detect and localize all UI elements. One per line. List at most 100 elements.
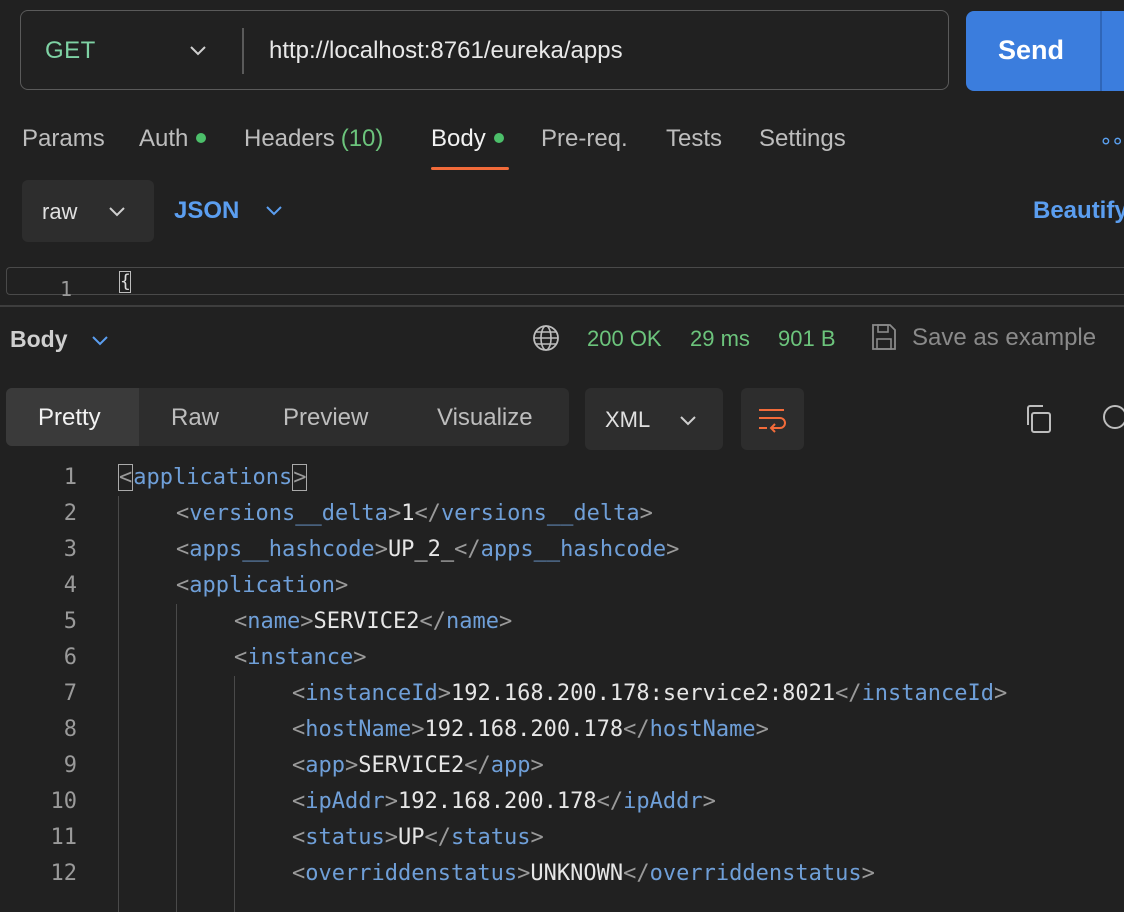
xml-tag: hostName [305, 717, 412, 742]
tab-pre-request-label: Pre-req. [541, 125, 628, 152]
tag-bracket: </ [419, 609, 446, 634]
xml-tag: instance [247, 645, 354, 670]
panel-divider[interactable] [0, 305, 1124, 307]
tag-bracket: > [702, 789, 716, 814]
code-line: 5 <name>SERVICE2</name> [0, 604, 1124, 640]
request-first-char: { [119, 271, 131, 293]
tag-bracket: > [411, 717, 425, 742]
xml-value: 192.168.200.178 [424, 717, 624, 742]
save-icon[interactable] [870, 322, 898, 352]
tag-bracket: < [292, 753, 306, 778]
tag-bracket: > [384, 789, 398, 814]
chevron-down-icon [680, 416, 696, 426]
globe-icon[interactable] [532, 324, 560, 352]
code-line: 4 <application> [0, 568, 1124, 604]
chevron-down-icon[interactable] [263, 199, 285, 221]
response-size[interactable]: 901 B [778, 326, 836, 352]
tag-bracket: > [437, 681, 451, 706]
search-icon[interactable] [1100, 403, 1124, 435]
tab-tests[interactable]: Tests [666, 125, 722, 153]
body-mode-label: raw [42, 199, 78, 224]
code-source: <app>SERVICE2</app> [292, 748, 544, 784]
body-format-select[interactable]: JSON [174, 197, 239, 225]
url-input[interactable]: http://localhost:8761/eureka/apps [269, 37, 623, 65]
tag-bracket: > [666, 537, 680, 562]
tag-bracket: > [353, 645, 367, 670]
xml-tag: name [445, 609, 499, 634]
xml-tag: name [247, 609, 301, 634]
tag-bracket: > [300, 609, 314, 634]
code-line: 10 <ipAddr>192.168.200.178</ipAddr> [0, 784, 1124, 820]
code-line: 6 <instance> [0, 640, 1124, 676]
tab-settings[interactable]: Settings [759, 125, 846, 153]
response-code-viewer[interactable]: 1 <applications> 2 <versions__delta>1</vers… [0, 460, 1124, 912]
status-code[interactable]: 200 OK [587, 326, 662, 352]
send-button[interactable]: Send [966, 11, 1124, 91]
view-tab-visualize[interactable]: Visualize [437, 404, 533, 432]
tag-bracket: > [530, 753, 544, 778]
response-section-label[interactable]: Body [10, 326, 68, 353]
response-time[interactable]: 29 ms [690, 326, 750, 352]
tag-bracket: < [292, 717, 306, 742]
xml-value: UNKNOWN [530, 861, 624, 886]
tag-bracket: > [755, 717, 769, 742]
tab-settings-label: Settings [759, 125, 846, 152]
more-icon[interactable]: ∘∘∘ [1099, 128, 1124, 154]
tag-bracket: < [292, 861, 306, 886]
tag-bracket: </ [424, 825, 451, 850]
indent-guide [234, 676, 235, 912]
tab-headers[interactable]: Headers (10) [244, 125, 383, 153]
tag-bracket: < [176, 501, 190, 526]
chevron-down-icon[interactable] [89, 329, 111, 351]
request-line-number: 1 [60, 277, 73, 301]
copy-icon[interactable] [1022, 403, 1054, 435]
request-body-editor[interactable] [6, 267, 1124, 295]
tag-bracket: > [334, 573, 349, 598]
wrap-lines-button[interactable] [741, 388, 804, 450]
xml-value: 192.168.200.178 [397, 789, 597, 814]
tab-body[interactable]: Body [431, 125, 504, 153]
xml-value: 1 [401, 501, 415, 526]
line-number: 8 [63, 717, 77, 742]
method-select[interactable]: GET [45, 37, 96, 65]
code-line: 7 <instanceId>192.168.200.178:service2:80… [0, 676, 1124, 712]
tag-bracket: </ [454, 537, 481, 562]
tag-bracket: > [994, 681, 1008, 706]
tab-params[interactable]: Params [22, 125, 105, 153]
code-source: <name>SERVICE2</name> [234, 604, 512, 640]
code-source: <instance> [234, 640, 366, 676]
chevron-down-icon[interactable] [187, 39, 209, 61]
xml-tag: apps__hashcode [480, 537, 667, 562]
xml-tag: instanceId [305, 681, 438, 706]
response-format-select[interactable]: XML [585, 388, 723, 450]
tag-bracket: < [234, 645, 248, 670]
response-view-tabs: Pretty Raw Preview Visualize [6, 388, 569, 446]
save-as-example-button[interactable]: Save as example [912, 324, 1096, 352]
indent-guide [118, 496, 119, 912]
line-number: 9 [63, 753, 77, 778]
tab-pre-request[interactable]: Pre-req. [541, 125, 628, 153]
view-tab-raw[interactable]: Raw [171, 404, 219, 432]
send-split-divider [1100, 11, 1102, 91]
xml-tag: apps__hashcode [189, 537, 375, 562]
tag-bracket: </ [623, 717, 650, 742]
auth-status-dot [196, 132, 207, 143]
code-source: <versions__delta>1</versions__delta> [176, 496, 653, 532]
line-number: 11 [50, 825, 78, 850]
line-number: 5 [63, 609, 77, 634]
tag-bracket: > [639, 501, 653, 526]
view-tab-preview[interactable]: Preview [283, 404, 368, 432]
xml-value: UP [397, 825, 425, 850]
tag-bracket: > [292, 464, 308, 491]
xml-tag: overriddenstatus [649, 861, 862, 886]
tab-body-label: Body [431, 125, 486, 152]
view-tab-pretty[interactable]: Pretty [38, 404, 101, 432]
body-mode-select[interactable]: raw [22, 180, 154, 242]
code-source: <ipAddr>192.168.200.178</ipAddr> [292, 784, 716, 820]
tag-bracket: > [861, 861, 875, 886]
tag-bracket: < [292, 681, 306, 706]
tag-bracket: </ [414, 501, 441, 526]
code-source: <apps__hashcode>UP_2_</apps__hashcode> [176, 532, 679, 568]
beautify-link[interactable]: Beautify [1033, 197, 1124, 225]
tab-auth[interactable]: Auth [139, 125, 207, 153]
